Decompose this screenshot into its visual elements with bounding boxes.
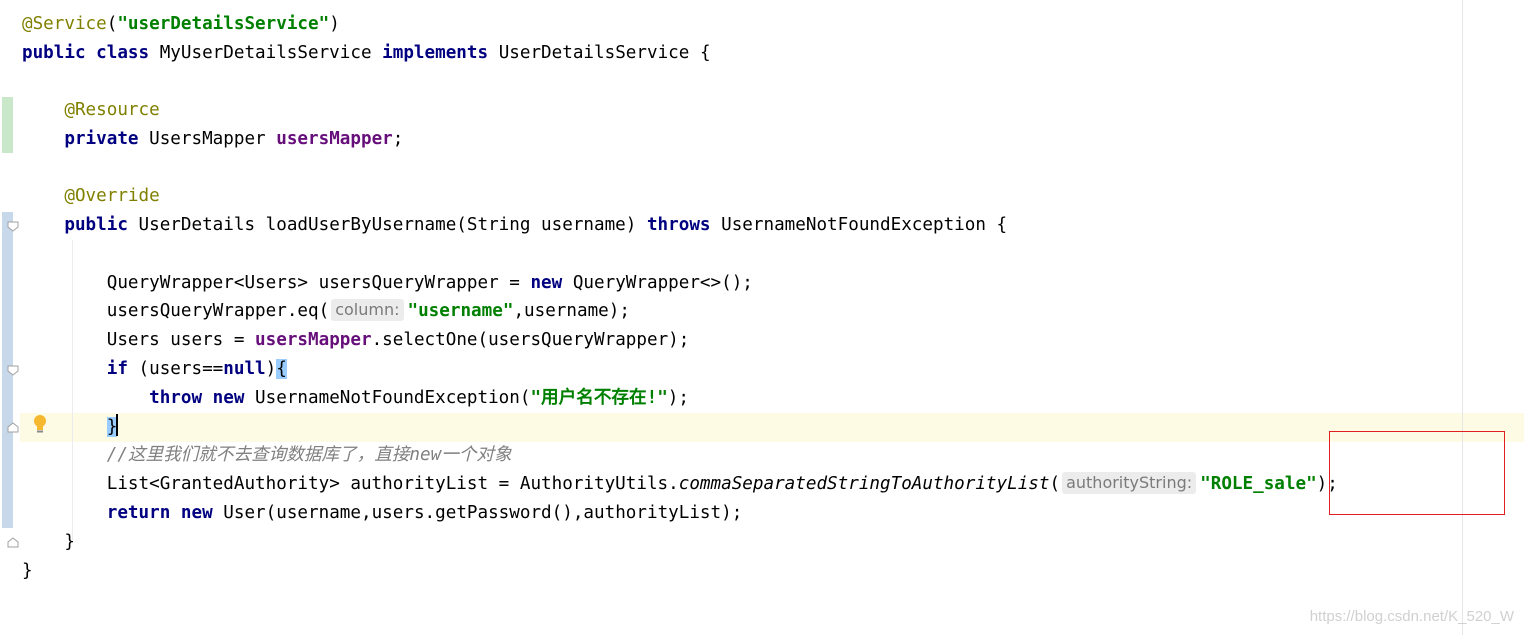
- watermark: https://blog.csdn.net/K_520_W: [1309, 608, 1514, 625]
- fold-marker-icon[interactable]: [7, 422, 19, 433]
- condition: ): [265, 359, 277, 379]
- keyword: private: [64, 129, 139, 149]
- class-name: MyUserDetailsService: [159, 43, 372, 63]
- closing-brace: }: [22, 561, 33, 581]
- code-line[interactable]: @Override: [22, 182, 160, 211]
- code-line[interactable]: QueryWrapper<Users> usersQueryWrapper = …: [22, 269, 753, 298]
- keyword: throw: [149, 388, 203, 408]
- change-marker-added[interactable]: [2, 97, 13, 153]
- method-signature: UserDetails loadUserByUsername(String us…: [138, 215, 637, 235]
- keyword: if: [106, 359, 128, 379]
- keyword: public class: [22, 43, 150, 63]
- string-literal: "username": [407, 301, 514, 321]
- code-line[interactable]: //这里我们就不去查询数据库了，直接new一个对象: [22, 441, 512, 470]
- matched-brace: {: [276, 359, 287, 379]
- field-name: usersMapper: [255, 330, 372, 350]
- keyword: new: [212, 388, 245, 408]
- code-line[interactable]: public UserDetails loadUserByUsername(St…: [22, 211, 1007, 240]
- code-line[interactable]: public class MyUserDetailsService implem…: [22, 39, 711, 68]
- keyword: new: [180, 503, 213, 523]
- code-line[interactable]: }: [22, 557, 33, 586]
- keyword: implements: [382, 43, 489, 63]
- code-line[interactable]: return new User(username,users.getPasswo…: [22, 499, 743, 528]
- method-call: .selectOne(usersQueryWrapper);: [371, 330, 690, 350]
- method-call: usersQueryWrapper.eq(: [106, 301, 330, 321]
- arguments: ,username);: [513, 301, 630, 321]
- type-name: UsersMapper: [149, 129, 266, 149]
- string-literal: "用户名不存在!": [530, 388, 668, 408]
- string-literal: "ROLE_sale": [1200, 474, 1317, 494]
- constructor-call: QueryWrapper<>();: [572, 273, 753, 293]
- fold-marker-icon[interactable]: [7, 537, 19, 548]
- code-line[interactable]: throw new UsernameNotFoundException("用户名…: [22, 384, 689, 413]
- keyword: public: [64, 215, 128, 235]
- code-line[interactable]: }: [22, 413, 119, 442]
- variable-declaration: QueryWrapper<Users> usersQueryWrapper =: [106, 273, 531, 293]
- code-line[interactable]: private UsersMapper usersMapper;: [22, 125, 403, 154]
- statement-end: );: [667, 388, 689, 408]
- annotation: @Override: [64, 186, 160, 206]
- code-line[interactable]: @Service("userDetailsService"): [22, 10, 340, 39]
- interface-name: UserDetailsService {: [498, 43, 711, 63]
- code-line[interactable]: }: [22, 528, 75, 557]
- keyword: throws: [646, 215, 711, 235]
- text-cursor: [116, 414, 119, 436]
- keyword: return: [106, 503, 171, 523]
- field-name: usersMapper: [276, 129, 393, 149]
- annotation: @Resource: [64, 100, 160, 120]
- string-literal: "userDetailsService": [117, 14, 330, 34]
- fold-marker-icon[interactable]: [7, 365, 19, 376]
- code-line[interactable]: Users users = usersMapper.selectOne(user…: [22, 326, 690, 355]
- code-line[interactable]: @Resource: [22, 96, 160, 125]
- variable-declaration: List<GrantedAuthority> authorityList = A…: [106, 474, 679, 494]
- constructor-call: UsernameNotFoundException(: [255, 388, 531, 408]
- annotation: @Service: [22, 14, 107, 34]
- code-line[interactable]: usersQueryWrapper.eq(column: "username",u…: [22, 297, 630, 326]
- right-margin-guide: [1462, 0, 1463, 635]
- constructor-call: User(username,users.getPassword(),author…: [223, 503, 743, 523]
- caret-row-highlight: [20, 413, 1524, 442]
- keyword: null: [223, 359, 266, 379]
- exception-type: UsernameNotFoundException {: [721, 215, 1008, 235]
- fold-marker-icon[interactable]: [7, 221, 19, 232]
- highlight-annotation-box: [1329, 431, 1505, 515]
- paren: (: [1049, 474, 1061, 494]
- keyword: new: [530, 273, 563, 293]
- closing-brace: }: [64, 532, 75, 552]
- code-line[interactable]: List<GrantedAuthority> authorityList = A…: [22, 470, 1338, 499]
- code-line[interactable]: if (users==null){: [22, 355, 287, 384]
- parameter-hint: column:: [331, 299, 404, 321]
- static-method: commaSeparatedStringToAuthorityList: [678, 474, 1050, 494]
- parameter-hint: authorityString:: [1062, 472, 1197, 494]
- comment: //这里我们就不去查询数据库了，直接new一个对象: [106, 445, 512, 465]
- variable-declaration: Users users =: [106, 330, 256, 350]
- condition: (users==: [138, 359, 224, 379]
